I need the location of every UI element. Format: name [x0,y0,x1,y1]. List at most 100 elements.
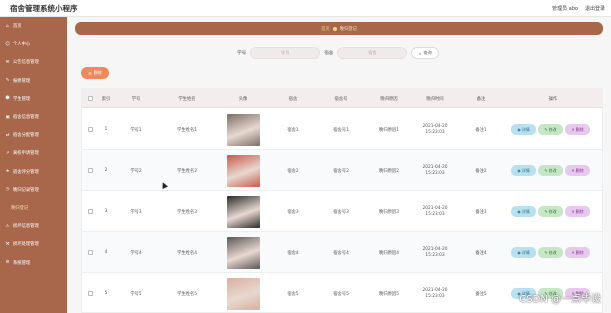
edit-button[interactable]: ✎ 修改 [538,247,563,258]
column-header[interactable]: 备注 [458,89,504,108]
column-header[interactable]: 晚归时间 [412,89,458,108]
actions-cell: ◉ 详情 ✎ 修改 ✕ 删除 [504,191,602,232]
table-header: 索引 学号 学生姓名 头像 宿舍 宿舍号 晚归原因 晚归时间 备注 操作 [82,89,602,108]
breadcrumb-home[interactable]: 首页 [321,26,330,32]
sidebar-item[interactable]: ▣ 宿舍信息管理 [0,108,67,126]
column-header[interactable]: 学生姓名 [158,89,216,108]
sidebar-item[interactable]: ↗ 离校申请管理 [0,144,67,162]
edit-button[interactable]: ✎ 修改 [538,124,563,135]
table-row[interactable]: 4 学号4 学生姓名4 宿舍4 宿舍号4 晚归原因4 2021-04-20 15:23:03… [82,232,602,273]
avatar[interactable] [226,236,260,269]
sidebar-item[interactable]: 晚归登记 [0,199,67,217]
column-header[interactable]: 学号 [114,89,158,108]
delete-icon: ⊘ [88,70,92,76]
delete-button[interactable]: ✕ 删除 [565,124,590,135]
select-all-checkbox[interactable] [87,96,93,101]
row-checkbox[interactable] [87,291,93,296]
edit-button-label: 修改 [548,208,557,214]
watermark: CSDN @一点毕设 [519,294,601,305]
column-header[interactable]: 头像 [216,89,270,108]
row-checkbox-cell [82,273,98,313]
row-checkbox[interactable] [87,127,93,132]
edit-button[interactable]: ✎ 修改 [538,206,563,217]
row-checkbox[interactable] [87,168,93,173]
eye-icon: ◉ [517,168,521,173]
column-header[interactable]: 宿舍号 [316,89,366,108]
table-cell-reason: 晚归原因5 [379,291,399,297]
row-checkbox-cell [82,150,98,191]
sidebar-item-label: 宿舍分配管理 [13,133,39,139]
sidebar-item-label: 系统管理 [13,260,31,266]
query-button-label: 查询 [423,50,432,55]
detail-button[interactable]: ◉ 详情 [511,165,536,176]
table-cell-note: 备注3 [475,209,487,215]
edit-button-label: 修改 [548,126,557,132]
sidebar-item[interactable]: ✎ 报修管理 [0,72,67,90]
table-cell-time: 2021-04-20 15:23:03 [422,164,448,176]
table-cell-note: 备注5 [475,291,487,297]
trash-icon: ✕ [571,168,575,173]
sidebar-item[interactable]: ⚙ 系统管理 [0,253,67,271]
fix-icon: ⚒ [5,241,10,247]
avatar[interactable] [226,277,260,310]
dorm-input[interactable]: 宿舍 [337,47,408,59]
sidebar-item[interactable]: ⌂ 首页 [0,17,67,35]
sidebar-item[interactable]: ✉ 公告信息管理 [0,53,67,71]
delete-button[interactable]: ✕ 删除 [565,206,590,217]
delete-button[interactable]: ✕ 删除 [565,247,590,258]
sidebar-item-label: 个人中心 [13,42,31,48]
sidebar-item[interactable]: ☺ 个人中心 [0,35,67,53]
row-checkbox[interactable] [87,209,93,214]
batch-delete-button[interactable]: ⊘ 删除 [81,67,109,79]
actions-cell: ◉ 详情 ✎ 修改 ✕ 删除 [504,150,602,191]
query-button[interactable]: ⌕ 查询 [411,47,440,59]
sidebar-item-label: 离校申请管理 [13,151,39,157]
column-header[interactable]: 宿舍 [270,89,316,108]
column-header[interactable]: 晚归原因 [366,89,412,108]
home-icon: ⌂ [6,23,9,29]
dorm-icon: ▣ [5,114,10,120]
sidebar-item[interactable]: ◷ 晚归记录管理 [0,181,67,199]
student-no-input[interactable]: 学号 [250,47,321,59]
sidebar-item[interactable]: ⚠ 损坏信息管理 [0,217,67,235]
delete-button-label: 删除 [575,167,584,173]
system-icon: ⚙ [5,260,10,266]
detail-button-label: 详情 [521,249,530,255]
sidebar-item[interactable]: ★ 宿舍评分管理 [0,163,67,181]
breadcrumb: 首页 晚归登记 [75,22,603,35]
detail-button[interactable]: ◉ 详情 [511,247,536,258]
row-checkbox[interactable] [87,250,93,255]
actions-cell: ◉ 详情 ✎ 修改 ✕ 删除 [504,109,602,150]
column-header[interactable]: 操作 [504,89,602,108]
table-cell-index: 3 [104,209,108,214]
table-cell-student-no: 学号3 [130,209,142,215]
table-cell-room: 宿舍号3 [333,209,349,215]
sidebar-item[interactable]: ⚒ 损坏处理管理 [0,235,67,253]
delete-button-label: 删除 [575,126,584,132]
table-cell-dorm: 宿舍4 [287,250,299,256]
delete-button[interactable]: ✕ 删除 [565,165,590,176]
breadcrumb-separator-icon [332,26,337,31]
table-cell-room: 宿舍号1 [333,127,349,133]
detail-button[interactable]: ◉ 详情 [511,206,536,217]
avatar[interactable] [226,113,260,146]
edit-button[interactable]: ✎ 修改 [538,165,563,176]
edit-icon: ✎ [544,250,548,255]
trash-icon: ✕ [571,250,575,255]
detail-button[interactable]: ◉ 详情 [511,124,536,135]
avatar[interactable] [226,195,260,228]
avatar-cell [216,191,270,232]
actions-cell: ◉ 详情 ✎ 修改 ✕ 删除 [504,232,602,273]
logout-link[interactable]: 退出登录 [585,5,605,12]
student-no-label: 学号 [237,51,247,56]
avatar[interactable] [226,154,260,187]
table-row[interactable]: 1 学号1 学生姓名1 宿舍1 宿舍号1 晚归原因1 2021-04-20 15:23:03… [82,109,602,150]
sidebar-item[interactable]: ⇄ 宿舍分配管理 [0,126,67,144]
table-row[interactable]: 3 学号3 学生姓名3 宿舍3 宿舍号3 晚归原因3 2021-04-20 15:23:03… [82,191,602,232]
table-cell-time: 2021-04-20 15:23:03 [422,205,448,217]
column-header[interactable]: 索引 [98,89,114,108]
sidebar-item[interactable]: ☻ 学生管理 [0,90,67,108]
sidebar-item-label: 晚归记录管理 [13,187,39,193]
sidebar-item-label: 公告信息管理 [13,60,39,66]
sidebar-item-label: 宿舍评分管理 [13,169,39,175]
